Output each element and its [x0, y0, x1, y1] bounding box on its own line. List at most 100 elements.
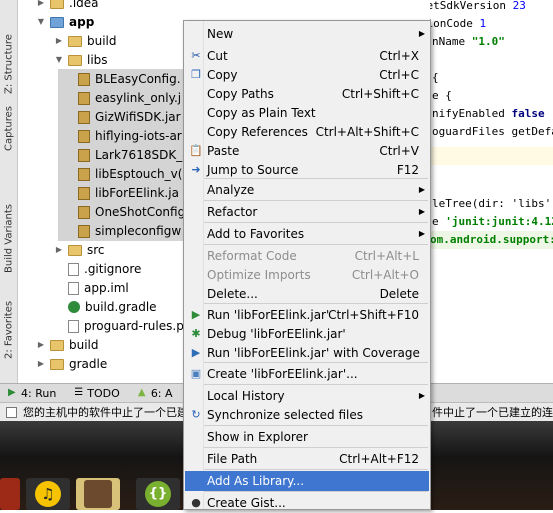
debug-icon: ✱ — [191, 327, 201, 340]
status-toggle-icon[interactable] — [6, 406, 17, 418]
menu-item-shortcut: Ctrl+Alt+F12 — [339, 452, 419, 466]
menu-separator — [204, 469, 428, 470]
chevron-right-icon[interactable]: ▶ — [36, 354, 46, 374]
folder-icon — [50, 0, 64, 9]
menu-item-refactor[interactable]: Refactor ▶ — [185, 202, 429, 222]
submenu-arrow-icon: ▶ — [418, 185, 425, 194]
todo-icon: ☰ — [74, 387, 84, 398]
menu-item-delete[interactable]: Delete... Delete — [185, 284, 429, 304]
file-icon — [68, 262, 79, 276]
menu-item-copy[interactable]: ❐ Copy Ctrl+C — [185, 65, 429, 85]
menu-item-label: Paste — [207, 144, 240, 158]
run-tool-button[interactable]: ▶ 4: Run — [8, 387, 56, 400]
menu-item-optimize-imports[interactable]: Optimize Imports Ctrl+Alt+O — [185, 265, 429, 285]
current-line-highlight — [430, 147, 553, 165]
chevron-right-icon[interactable]: ▶ — [54, 240, 64, 260]
menu-item-label: Optimize Imports — [207, 268, 311, 282]
android-tool-button[interactable]: ▲ 6: A — [138, 387, 173, 400]
menu-item-file-path[interactable]: File Path Ctrl+Alt+F12 — [185, 449, 429, 469]
code-line: nifyEnabled false — [432, 107, 545, 120]
chevron-down-icon[interactable]: ▼ — [54, 50, 64, 70]
menu-item-reformat-code[interactable]: Reformat Code Ctrl+Alt+L — [185, 246, 429, 266]
menu-item-label: Run 'libForEElink.jar' with Coverage — [207, 346, 420, 360]
menu-item-create-libforeelink-jar[interactable]: ▣ Create 'libForEElink.jar'... — [185, 364, 429, 384]
tree-item-label: proguard-rules.p — [84, 319, 184, 333]
menu-item-shortcut: F12 — [396, 163, 419, 177]
menu-item-label: Copy — [207, 68, 238, 82]
avatar-app-icon[interactable] — [76, 478, 120, 510]
menu-item-label: Jump to Source — [207, 163, 299, 177]
chevron-down-icon[interactable]: ▼ — [36, 12, 46, 32]
tree-item-label: easylink_only.j — [95, 91, 182, 105]
menu-item-shortcut: Ctrl+C — [379, 68, 419, 82]
jump-icon: ➜ — [191, 163, 201, 176]
menu-item-copy-references[interactable]: Copy References Ctrl+Alt+Shift+C — [185, 122, 429, 142]
code-line: targetSdkVersion 23 — [430, 0, 526, 12]
code-line: om.android.support: — [430, 231, 553, 249]
menu-item-debug-libforeelink-jar[interactable]: ✱ Debug 'libForEElink.jar' — [185, 324, 429, 344]
create-icon: ▣ — [190, 367, 202, 380]
tree-item-label: GizWifiSDK.jar — [95, 110, 181, 124]
tree-item-label: .gitignore — [84, 262, 142, 276]
brackets-app-icon[interactable]: {} — [136, 478, 180, 510]
menu-item-shortcut: Ctrl+V — [379, 144, 419, 158]
menu-item-label: File Path — [207, 452, 258, 466]
menu-item-label: Add to Favorites — [207, 227, 305, 241]
menu-item-cut[interactable]: ✂ Cut Ctrl+X — [185, 46, 429, 66]
captures-tab[interactable]: Captures — [1, 105, 17, 153]
menu-item-copy-paths[interactable]: Copy Paths Ctrl+Shift+C — [185, 84, 429, 104]
structure-tab[interactable]: Z: Structure — [1, 28, 17, 100]
cut-icon: ✂ — [191, 49, 201, 62]
menu-item-new[interactable]: New ▶ — [185, 24, 429, 44]
tree-item-label: hiflying-iots-ar — [95, 129, 182, 143]
menu-item-shortcut: Delete — [379, 287, 419, 301]
menu-item-add-to-favorites[interactable]: Add to Favorites ▶ — [185, 224, 429, 244]
menu-item-jump-to-source[interactable]: ➜ Jump to Source F12 — [185, 160, 429, 180]
menu-item-show-in-explorer[interactable]: Show in Explorer — [185, 427, 429, 447]
tree-item-label: Lark7618SDK_ — [95, 148, 183, 162]
chevron-right-icon[interactable]: ▶ — [54, 31, 64, 51]
menu-item-add-as-library[interactable]: Add As Library... — [185, 471, 429, 491]
menu-item-shortcut: Ctrl+Alt+O — [351, 268, 419, 282]
menu-item-label: Analyze — [207, 183, 255, 197]
menu-separator — [204, 447, 428, 448]
tree-item-label: libs — [87, 53, 108, 67]
menu-item-paste[interactable]: 📋 Paste Ctrl+V — [185, 141, 429, 161]
menu-item-label: Synchronize selected files — [207, 408, 363, 422]
menu-item-local-history[interactable]: Local History ▶ — [185, 386, 429, 406]
menu-item-synchronize-selected-files[interactable]: ↻ Synchronize selected files — [185, 405, 429, 425]
code-line: leTree(dir: 'libs', i — [432, 197, 553, 210]
build-variants-tab[interactable]: Build Variants — [1, 200, 17, 278]
tree-item-label: build.gradle — [85, 300, 157, 314]
status-message-left: 您的主机中的软件中止了一个已建 — [23, 406, 188, 419]
menu-item-run-libforeelink-jar-with-coverage[interactable]: ▶ Run 'libForEElink.jar' with Coverage — [185, 343, 429, 363]
menu-separator — [204, 244, 428, 245]
menu-separator — [204, 384, 428, 385]
todo-tool-button[interactable]: ☰ TODO — [74, 387, 120, 400]
tree-item-label: build — [69, 338, 99, 352]
jar-icon — [78, 91, 90, 105]
menu-separator — [204, 200, 428, 201]
menu-item-run-libforeelink-jar[interactable]: ▶ Run 'libForEElink.jar' Ctrl+Shift+F10 — [185, 305, 429, 325]
menu-item-label: Debug 'libForEElink.jar' — [207, 327, 346, 341]
music-app-icon[interactable]: ♫ — [26, 478, 70, 510]
tree-item-label: libEsptouch_v( — [95, 167, 183, 181]
submenu-arrow-icon: ▶ — [418, 229, 425, 238]
code-editor[interactable]: targetSdkVersion 23 versionCode 1 nName "1… — [430, 0, 553, 383]
menu-item-label: Reformat Code — [207, 249, 297, 263]
sync-icon: ↻ — [191, 408, 201, 421]
submenu-arrow-icon: ▶ — [418, 391, 425, 400]
taskbar-app-red-icon[interactable] — [0, 478, 20, 510]
menu-item-shortcut: Ctrl+Shift+F10 — [328, 308, 419, 322]
favorites-tab[interactable]: 2: Favorites — [1, 300, 17, 360]
menu-item-copy-as-plain-text[interactable]: Copy as Plain Text — [185, 103, 429, 123]
chevron-right-icon[interactable]: ▶ — [36, 335, 46, 355]
menu-item-analyze[interactable]: Analyze ▶ — [185, 180, 429, 200]
tree-item-label: app.iml — [84, 281, 129, 295]
run-icon: ▶ — [8, 387, 16, 398]
jar-icon — [78, 167, 90, 181]
gradle-icon — [68, 301, 80, 313]
menu-item-create-gist[interactable]: ● Create Gist... — [185, 493, 429, 513]
jar-icon — [78, 186, 90, 200]
code-line: e { — [432, 89, 452, 102]
